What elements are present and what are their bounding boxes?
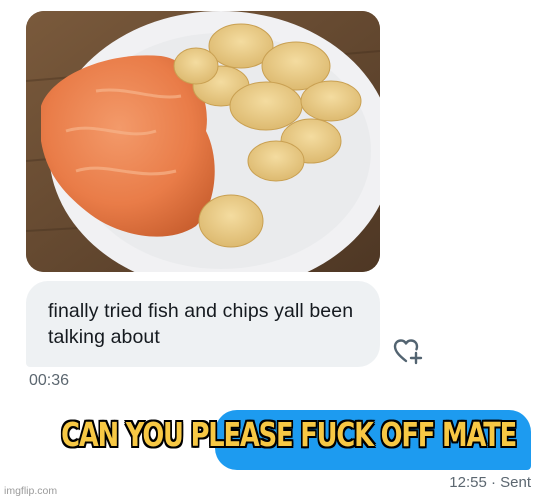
meme-caption: CAN YOU PLEASE FUCK OFF MATE (61, 415, 517, 454)
heart-plus-icon[interactable] (392, 337, 424, 365)
message-photo[interactable] (26, 11, 380, 272)
imgflip-watermark: imgflip.com (4, 485, 58, 497)
incoming-timestamp: 00:36 (29, 372, 70, 389)
fish-and-chips-image (26, 11, 380, 272)
incoming-message-bubble[interactable]: finally tried fish and chips yall been t… (26, 281, 380, 367)
outgoing-timestamp: 12:55 · Sent (449, 474, 531, 491)
incoming-message-text: finally tried fish and chips yall been t… (48, 300, 354, 348)
